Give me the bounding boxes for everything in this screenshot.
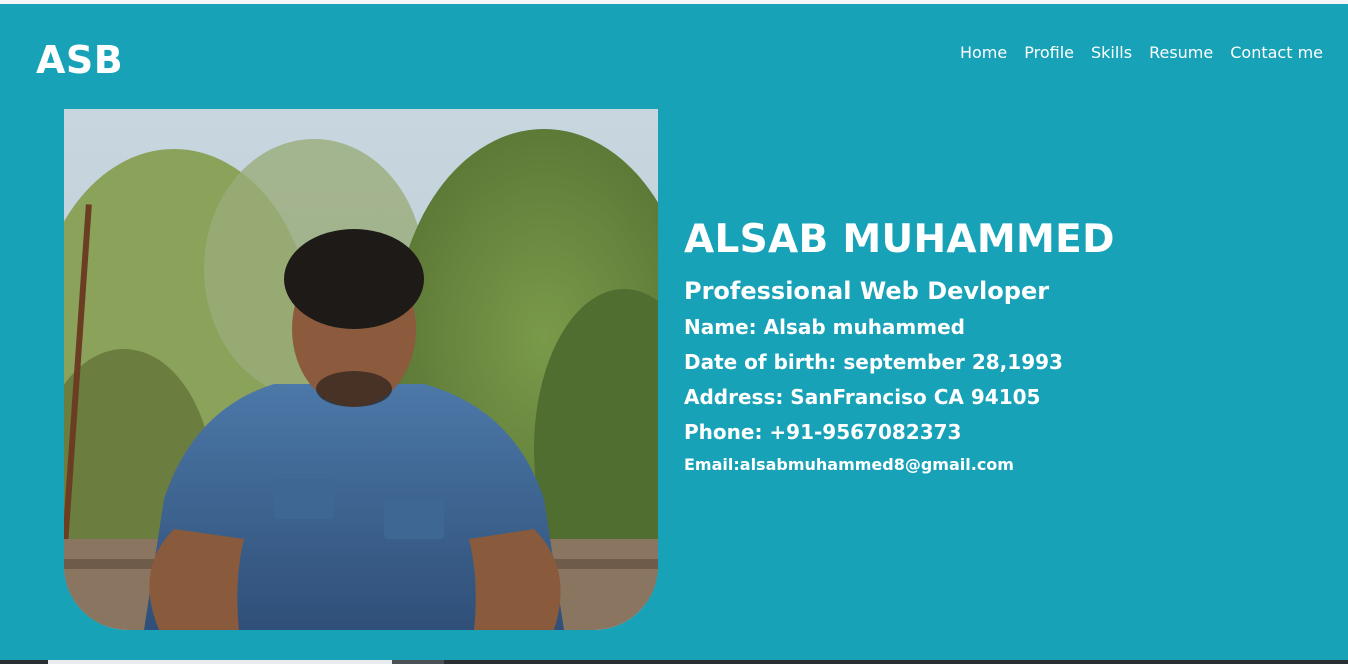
nav-home-link[interactable]: Home — [960, 42, 1007, 64]
brand-logo[interactable]: ASB — [36, 38, 123, 82]
nav-skills-link[interactable]: Skills — [1091, 42, 1132, 64]
profile-photo — [64, 109, 658, 630]
main-nav: Home Profile Skills Resume Contact me — [960, 42, 1323, 64]
nav-resume-link[interactable]: Resume — [1149, 42, 1213, 64]
nav-profile-link[interactable]: Profile — [1024, 42, 1074, 64]
detail-email: Email:alsabmuhammed8@gmail.com — [684, 455, 1014, 474]
nav-contact-link[interactable]: Contact me — [1230, 42, 1323, 64]
profile-role: Professional Web Devloper — [684, 277, 1050, 305]
detail-address: Address: SanFranciso CA 94105 — [684, 385, 1041, 409]
scrollbar-thumb[interactable] — [48, 660, 392, 664]
detail-name: Name: Alsab muhammed — [684, 315, 965, 339]
detail-phone: Phone: +91-9567082373 — [684, 420, 962, 444]
detail-dob: Date of birth: september 28,1993 — [684, 350, 1063, 374]
hero-section: ASB Home Profile Skills Resume Contact m… — [0, 4, 1348, 660]
horizontal-scrollbar[interactable] — [0, 660, 1348, 664]
profile-info: ALSAB MUHAMMED Professional Web Devloper… — [684, 216, 1324, 476]
profile-name: ALSAB MUHAMMED — [684, 217, 1115, 262]
scrollbar-segment — [392, 660, 444, 664]
